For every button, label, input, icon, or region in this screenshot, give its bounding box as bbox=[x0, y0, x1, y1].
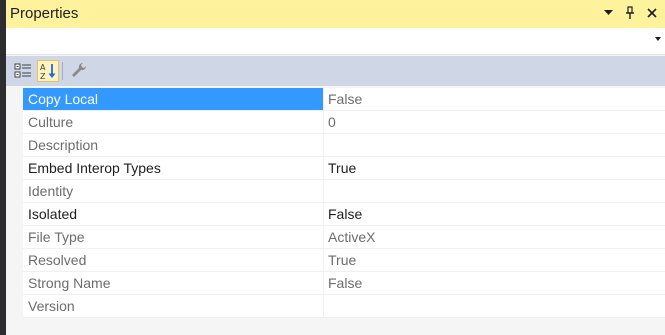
properties-panel: Properties A Z Copy Local False Culture … bbox=[6, 0, 665, 335]
properties-toolbar: A Z bbox=[6, 56, 665, 86]
property-row[interactable]: Version bbox=[23, 295, 665, 318]
svg-text:Z: Z bbox=[40, 72, 46, 81]
property-row[interactable]: Description bbox=[23, 134, 665, 157]
property-name[interactable]: Description bbox=[23, 134, 324, 156]
chevron-down-icon[interactable] bbox=[655, 37, 661, 41]
property-name[interactable]: Copy Local bbox=[23, 88, 324, 110]
property-value[interactable]: False bbox=[325, 272, 665, 294]
property-name[interactable]: Resolved bbox=[23, 249, 324, 271]
property-value[interactable]: 0 bbox=[325, 111, 665, 133]
property-value[interactable] bbox=[325, 295, 665, 317]
svg-text:A: A bbox=[40, 63, 46, 72]
property-row[interactable]: Culture 0 bbox=[23, 111, 665, 134]
property-row[interactable]: Isolated False bbox=[23, 203, 665, 226]
property-value[interactable]: True bbox=[325, 157, 665, 179]
property-row[interactable]: Strong Name False bbox=[23, 272, 665, 295]
property-name[interactable]: File Type bbox=[23, 226, 324, 248]
property-pages-icon[interactable] bbox=[68, 60, 90, 82]
property-row[interactable]: Resolved True bbox=[23, 249, 665, 272]
property-value[interactable]: ActiveX bbox=[325, 226, 665, 248]
toolbar-separator bbox=[62, 62, 63, 80]
property-name[interactable]: Strong Name bbox=[23, 272, 324, 294]
property-name[interactable]: Culture bbox=[23, 111, 324, 133]
property-value[interactable]: False bbox=[325, 203, 665, 225]
property-name[interactable]: Embed Interop Types bbox=[23, 157, 324, 179]
property-value[interactable] bbox=[325, 134, 665, 156]
property-value[interactable] bbox=[325, 180, 665, 202]
description-area bbox=[6, 318, 665, 335]
property-row[interactable]: File Type ActiveX bbox=[23, 226, 665, 249]
close-icon[interactable] bbox=[645, 4, 659, 22]
property-row[interactable]: Identity bbox=[23, 180, 665, 203]
property-name[interactable]: Version bbox=[23, 295, 324, 317]
property-grid: Copy Local False Culture 0 Description Embed … bbox=[6, 88, 665, 318]
title-bar: Properties bbox=[6, 0, 665, 28]
pin-icon[interactable] bbox=[623, 4, 637, 22]
property-name[interactable]: Isolated bbox=[23, 203, 324, 225]
panel-title: Properties bbox=[10, 5, 79, 22]
dropdown-icon[interactable] bbox=[601, 4, 615, 22]
object-selector[interactable] bbox=[6, 28, 665, 55]
property-value[interactable]: True bbox=[325, 249, 665, 271]
property-value[interactable]: False bbox=[325, 88, 665, 110]
grid-margin bbox=[6, 88, 23, 318]
property-row[interactable]: Embed Interop Types True bbox=[23, 157, 665, 180]
title-actions bbox=[601, 4, 659, 22]
property-row[interactable]: Copy Local False bbox=[23, 88, 665, 111]
categorized-icon[interactable] bbox=[12, 60, 34, 82]
property-name[interactable]: Identity bbox=[23, 180, 324, 202]
alphabetical-icon[interactable]: A Z bbox=[37, 60, 59, 82]
